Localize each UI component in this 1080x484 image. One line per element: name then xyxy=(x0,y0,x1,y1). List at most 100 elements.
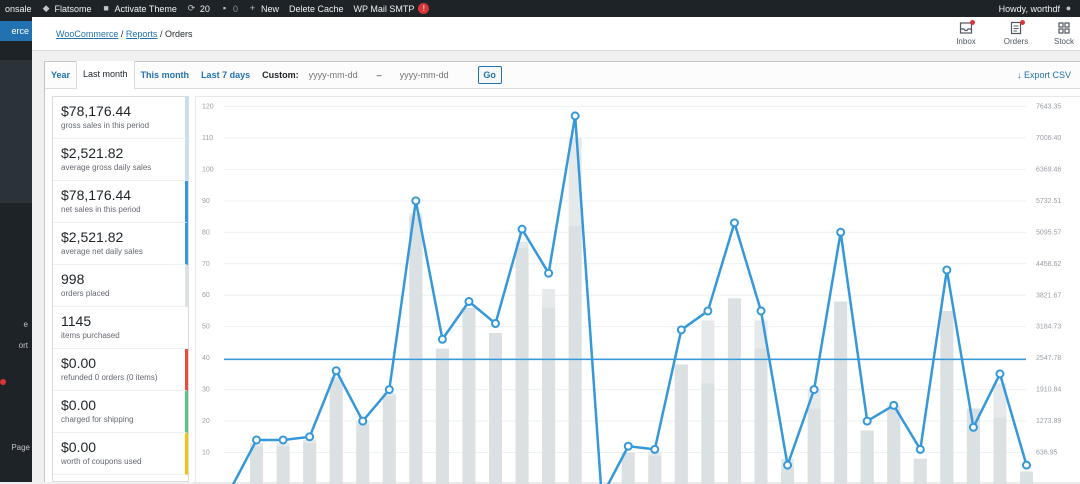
bar-main xyxy=(542,307,556,484)
smtp-alert-badge: ! xyxy=(418,3,430,14)
breadcrumb: WooCommerce / Reports / Orders xyxy=(56,29,192,39)
legend-item[interactable]: $78,176.44 net sales in this period xyxy=(53,181,188,223)
adminbar-site[interactable]: onsale xyxy=(0,0,37,17)
breadcrumb-woocommerce-link[interactable]: WooCommerce xyxy=(56,29,118,39)
legend-item[interactable]: $78,176.44 gross sales in this period xyxy=(53,97,188,139)
line-point[interactable] xyxy=(517,224,527,234)
orders-chart: 10 20 30 40 50 60 70 80 90 100 110 120 636.95 1273.89… xyxy=(195,96,1080,484)
legend-label: refunded 0 orders (0 items) xyxy=(61,373,158,382)
bar-main xyxy=(382,395,396,484)
legend-amount: $2,521.82 xyxy=(61,229,124,245)
sidebar-fragment-2[interactable]: ort xyxy=(19,341,28,350)
legend-item[interactable]: $0.00 charged for shipping xyxy=(53,391,188,433)
line-point[interactable] xyxy=(995,369,1005,379)
legend-item[interactable]: $0.00 worth of coupons used xyxy=(53,433,188,475)
tab-last-7-days[interactable]: Last 7 days xyxy=(195,62,256,89)
adminbar-smtp-label: WP Mail SMTP xyxy=(353,3,415,14)
legend-label: average net daily sales xyxy=(61,247,143,256)
tab-this-month[interactable]: This month xyxy=(135,62,196,89)
sidebar-fragment-3[interactable]: Page xyxy=(11,443,30,452)
line-point[interactable] xyxy=(836,227,846,237)
orders-button[interactable]: Orders xyxy=(996,20,1036,46)
line-point[interactable] xyxy=(358,416,368,426)
adminbar-comments[interactable]: ▪ 0 xyxy=(215,0,243,17)
date-range-dash: – xyxy=(376,70,382,80)
orders-notification-dot xyxy=(1020,20,1025,25)
bar-main xyxy=(648,455,662,484)
bar-main xyxy=(1020,471,1033,484)
stock-button[interactable]: Stock xyxy=(1044,21,1080,46)
bar-main xyxy=(674,364,688,484)
right-axis-tick: 7643.35 xyxy=(1036,104,1061,111)
net-sales-line xyxy=(231,114,1028,484)
custom-range-label: Custom: xyxy=(262,70,299,80)
tab-last-month[interactable]: Last month xyxy=(76,61,135,89)
line-point[interactable] xyxy=(650,444,660,454)
woocommerce-header: WooCommerce / Reports / Orders Inbox Ord… xyxy=(32,17,1080,51)
legend-amount: $2,521.82 xyxy=(61,145,124,161)
bar-main xyxy=(409,216,423,484)
adminbar-updates[interactable]: ⟳ 20 xyxy=(182,0,215,17)
line-point[interactable] xyxy=(411,196,421,206)
inbox-button[interactable]: Inbox xyxy=(946,20,986,46)
bar-main xyxy=(993,417,1007,484)
plus-icon: + xyxy=(249,3,256,13)
tab-year[interactable]: Year xyxy=(45,62,76,89)
adminbar-wp-mail-smtp[interactable]: WP Mail SMTP! xyxy=(349,0,435,17)
sidebar-notification-dot xyxy=(0,379,6,385)
adminbar-delete-cache[interactable]: Delete Cache xyxy=(284,0,349,17)
sidebar-fragment-1[interactable]: e xyxy=(24,320,28,329)
right-axis-tick: 4458.62 xyxy=(1036,261,1061,268)
line-point[interactable] xyxy=(491,319,500,329)
start-date-input[interactable] xyxy=(308,70,373,80)
orders-label: Orders xyxy=(1003,37,1029,46)
updates-icon: ⟳ xyxy=(187,3,196,13)
line-point[interactable] xyxy=(570,111,580,121)
adminbar-new[interactable]: + New xyxy=(243,0,284,17)
end-date-input[interactable] xyxy=(399,70,464,80)
line-point[interactable] xyxy=(889,400,899,410)
adminbar-flatsome-label: Flatsome xyxy=(54,3,92,14)
breadcrumb-reports-link[interactable]: Reports xyxy=(126,29,158,39)
line-point[interactable] xyxy=(464,297,474,307)
sidebar-item-woocommerce[interactable]: erce xyxy=(0,21,38,41)
bar-main xyxy=(356,424,370,484)
line-point[interactable] xyxy=(305,432,315,442)
stock-label: Stock xyxy=(1053,37,1074,46)
legend-item[interactable]: $2,521.82 average gross daily sales xyxy=(53,139,188,181)
line-point[interactable] xyxy=(783,460,793,470)
line-point[interactable] xyxy=(252,435,262,445)
inbox-icon xyxy=(959,20,975,35)
line-point[interactable] xyxy=(544,268,554,278)
line-point[interactable] xyxy=(942,265,952,275)
line-point[interactable] xyxy=(862,416,872,426)
line-point[interactable] xyxy=(968,422,978,432)
go-button[interactable]: Go xyxy=(477,66,502,84)
right-axis-tick: 5732.51 xyxy=(1036,198,1061,205)
export-csv-link[interactable]: ↓ Export CSV xyxy=(1017,70,1080,80)
line-point[interactable] xyxy=(703,306,713,316)
adminbar-flatsome[interactable]: ◆ Flatsome xyxy=(37,0,97,17)
line-point[interactable] xyxy=(676,325,686,335)
legend-amount: $0.00 xyxy=(61,439,97,455)
line-point[interactable] xyxy=(729,218,739,228)
left-axis-tick: 50 xyxy=(202,324,210,331)
legend-item[interactable]: 998 orders placed xyxy=(53,265,188,307)
line-point[interactable] xyxy=(384,385,394,395)
line-point[interactable] xyxy=(623,441,633,451)
legend-item[interactable]: $0.00 refunded 0 orders (0 items) xyxy=(53,349,188,391)
line-point[interactable] xyxy=(756,306,766,316)
download-icon: ↓ xyxy=(1016,70,1024,80)
adminbar-activate-theme[interactable]: ■ Activate Theme xyxy=(97,0,182,17)
line-point[interactable] xyxy=(331,366,341,376)
line-point[interactable] xyxy=(437,334,447,344)
right-axis-tick: 3821.67 xyxy=(1036,292,1061,299)
line-point[interactable] xyxy=(1022,460,1031,470)
adminbar-howdy[interactable]: Howdy, worthdf ● xyxy=(994,0,1078,17)
line-point[interactable] xyxy=(278,435,288,445)
left-axis-tick: 80 xyxy=(202,229,210,236)
line-point[interactable] xyxy=(809,385,819,395)
legend-item[interactable]: $2,521.82 average net daily sales xyxy=(53,223,188,265)
legend-item[interactable]: 1145 items purchased xyxy=(53,307,188,349)
line-point[interactable] xyxy=(915,444,925,454)
